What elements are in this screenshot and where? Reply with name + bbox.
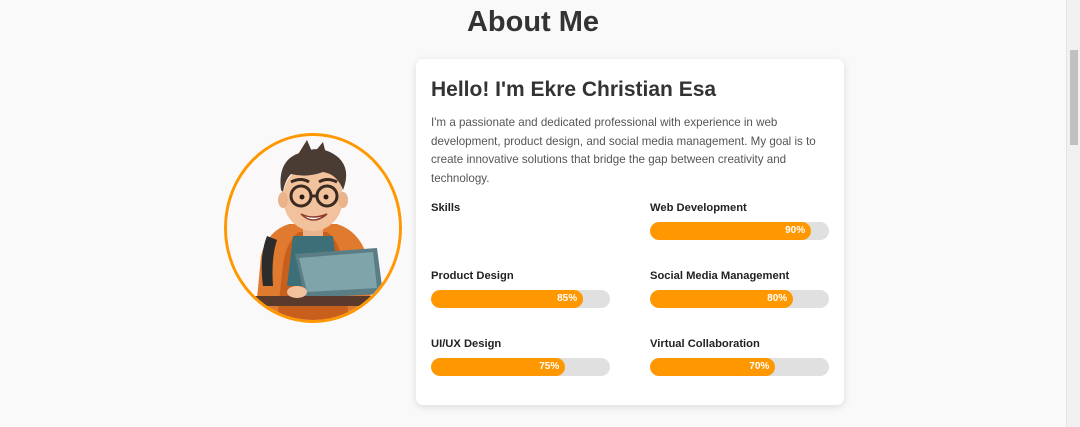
about-page: About Me Hello! I'm Ekre Christian Esa I… xyxy=(0,0,1080,427)
progress-percent: 80% xyxy=(767,293,788,304)
skill-label: Virtual Collaboration xyxy=(650,338,760,350)
scrollbar-thumb[interactable] xyxy=(1070,50,1078,145)
progress-percent: 90% xyxy=(785,225,806,236)
skills-header: Skills xyxy=(431,201,610,215)
page-scrollbar[interactable] xyxy=(1066,0,1080,427)
progress-bar: 85% xyxy=(431,290,610,308)
progress-bar: 90% xyxy=(650,222,829,240)
skill-product-design: Product Design 85% xyxy=(431,269,610,308)
skills-header-label: Skills xyxy=(431,202,461,214)
skill-label: Social Media Management xyxy=(650,270,790,282)
skill-social-media-management: Social Media Management 80% xyxy=(650,269,829,308)
progress-percent: 85% xyxy=(557,293,578,304)
progress-fill: 85% xyxy=(431,290,584,308)
skill-virtual-collaboration: Virtual Collaboration 70% xyxy=(650,337,829,376)
progress-bar: 80% xyxy=(650,290,829,308)
skill-label: Web Development xyxy=(650,202,747,214)
progress-bar: 75% xyxy=(431,358,610,376)
progress-fill: 90% xyxy=(650,222,812,240)
progress-fill: 80% xyxy=(650,290,794,308)
avatar xyxy=(224,133,402,323)
progress-percent: 75% xyxy=(539,361,560,372)
skill-label: UI/UX Design xyxy=(431,338,502,350)
progress-fill: 75% xyxy=(431,358,566,376)
progress-bar: 70% xyxy=(650,358,829,376)
skill-web-development: Web Development 90% xyxy=(650,201,829,240)
about-heading: Hello! I'm Ekre Christian Esa xyxy=(431,78,717,101)
developer-avatar-illustration xyxy=(227,136,399,320)
skill-label: Product Design xyxy=(431,270,514,282)
about-description: I'm a passionate and dedicated professio… xyxy=(431,116,816,185)
progress-percent: 70% xyxy=(749,361,770,372)
skill-ui-ux-design: UI/UX Design 75% xyxy=(431,337,610,376)
section-title: About Me xyxy=(466,6,600,38)
progress-fill: 70% xyxy=(650,358,776,376)
about-card: Hello! I'm Ekre Christian Esa I'm a pass… xyxy=(416,59,844,405)
